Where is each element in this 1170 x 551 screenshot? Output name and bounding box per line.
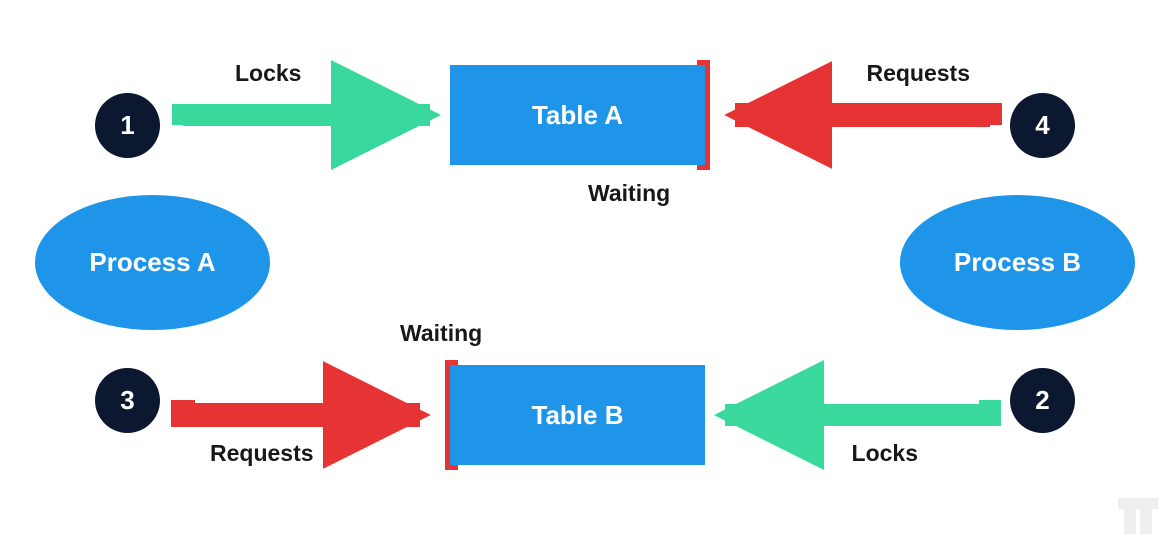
process-b-label: Process B xyxy=(954,247,1081,278)
arrow-locks-a xyxy=(183,115,430,125)
step-number-4: 4 xyxy=(1035,110,1049,141)
process-a-label: Process A xyxy=(89,247,215,278)
arrow-requests-a xyxy=(735,115,990,125)
label-requests-bottom: Requests xyxy=(210,440,314,467)
step-number-1: 1 xyxy=(120,110,134,141)
label-waiting-top: Waiting xyxy=(588,180,670,207)
label-locks-top: Locks xyxy=(235,60,301,87)
step-number-3: 3 xyxy=(120,385,134,416)
step-badge-1: 1 xyxy=(95,93,160,158)
arrow-locks-b xyxy=(725,400,990,415)
table-a-node: Table A xyxy=(450,65,705,165)
label-requests-top: Requests xyxy=(866,60,970,87)
step-badge-3: 3 xyxy=(95,368,160,433)
deadlock-diagram: Process A Process B Table A Table B 1 2 … xyxy=(0,0,1170,551)
process-b-node: Process B xyxy=(900,195,1135,330)
brand-logo-icon xyxy=(1118,498,1158,539)
step-badge-4: 4 xyxy=(1010,93,1075,158)
process-a-node: Process A xyxy=(35,195,270,330)
table-b-node: Table B xyxy=(450,365,705,465)
table-b-label: Table B xyxy=(532,400,624,431)
step-badge-2: 2 xyxy=(1010,368,1075,433)
step-number-2: 2 xyxy=(1035,385,1049,416)
label-locks-bottom: Locks xyxy=(852,440,918,467)
table-a-label: Table A xyxy=(532,100,623,131)
arrow-requests-b xyxy=(183,400,420,415)
label-waiting-bottom: Waiting xyxy=(400,320,482,347)
